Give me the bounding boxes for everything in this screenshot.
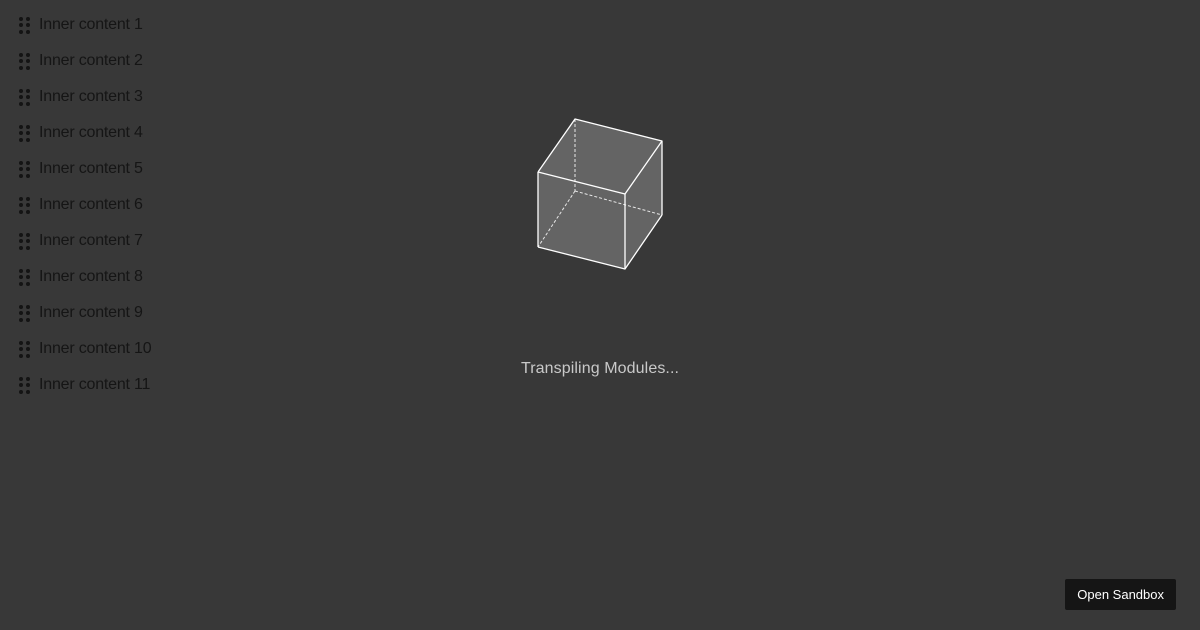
loading-status-text: Transpiling Modules... — [520, 360, 680, 377]
cube-icon — [537, 118, 663, 270]
open-sandbox-button[interactable]: Open Sandbox — [1065, 579, 1176, 610]
loading-overlay: Transpiling Modules... — [0, 0, 1200, 630]
